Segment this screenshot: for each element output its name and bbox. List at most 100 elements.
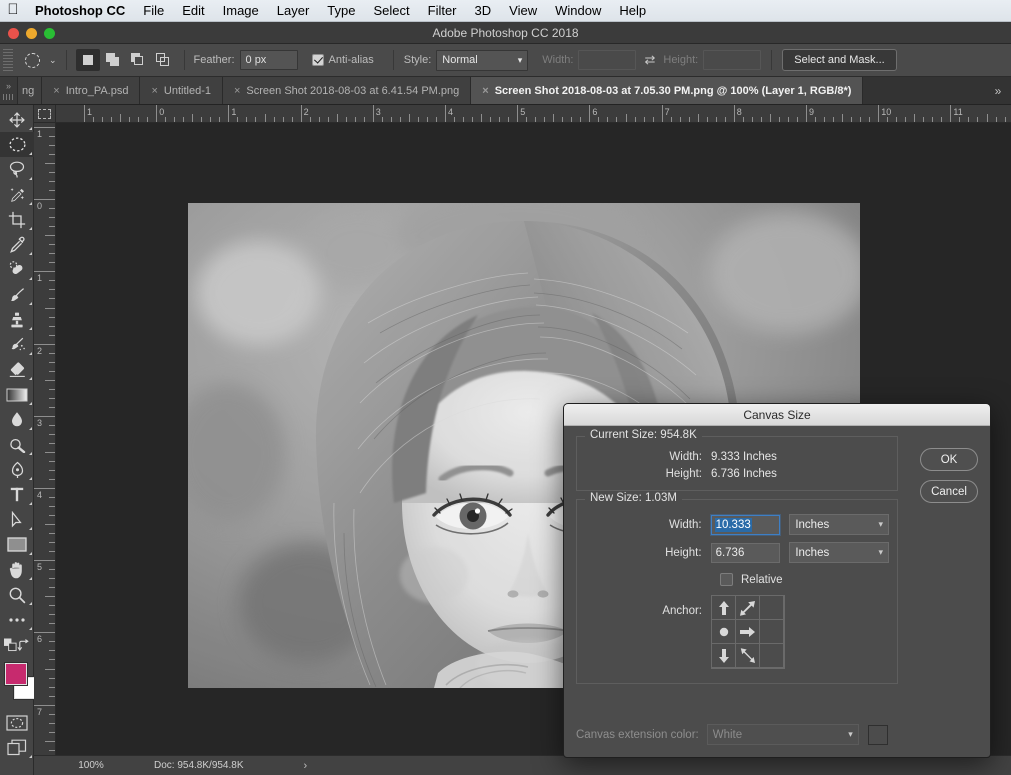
close-icon[interactable]: × xyxy=(234,85,240,97)
foreground-color-swatch[interactable] xyxy=(5,663,27,685)
rectangle-tool[interactable] xyxy=(0,532,34,557)
ruler-minor-tick xyxy=(192,114,194,122)
ruler-minor-tick xyxy=(49,334,55,336)
select-and-mask-button[interactable]: Select and Mask... xyxy=(782,49,897,71)
swap-arrows-icon[interactable]: ⇄ xyxy=(644,52,655,68)
menu-image[interactable]: Image xyxy=(214,0,268,22)
menu-window[interactable]: Window xyxy=(546,0,610,22)
intersect-with-selection-button[interactable] xyxy=(151,49,175,71)
ruler-minor-tick xyxy=(327,117,329,122)
healing-brush-tool[interactable] xyxy=(0,257,34,282)
menu-select[interactable]: Select xyxy=(364,0,418,22)
canvas-extension-color-select[interactable]: White ▾ xyxy=(706,724,859,745)
ruler-minor-tick xyxy=(49,145,55,147)
close-icon[interactable]: × xyxy=(151,85,157,97)
new-width-unit-value: Inches xyxy=(795,518,830,531)
edit-toolbar-ellipsis-icon[interactable] xyxy=(0,607,34,632)
quick-mask-and-swap-row xyxy=(0,632,34,657)
anchor-cell-middle-left[interactable] xyxy=(711,619,736,644)
ruler-minor-tick xyxy=(49,154,55,156)
path-selection-tool[interactable] xyxy=(0,507,34,532)
type-tool[interactable] xyxy=(0,482,34,507)
ruler-origin-corner[interactable] xyxy=(34,105,56,123)
relative-checkbox[interactable] xyxy=(720,573,733,586)
anchor-cell-bottom-center[interactable] xyxy=(735,643,760,668)
zoom-tool[interactable] xyxy=(0,582,34,607)
style-select[interactable]: Normal ▾ xyxy=(436,49,529,71)
canvas-extension-color-swatch[interactable] xyxy=(867,724,888,745)
history-brush-tool[interactable] xyxy=(0,332,34,357)
clone-stamp-tool[interactable] xyxy=(0,307,34,332)
new-height-input[interactable]: 6.736 xyxy=(710,542,781,563)
cancel-button[interactable]: Cancel xyxy=(920,480,978,503)
anchor-cell-top-center[interactable] xyxy=(735,595,760,620)
apple-logo-icon[interactable]:  xyxy=(0,2,26,19)
crop-tool[interactable] xyxy=(0,207,34,232)
anchor-cell-top-left[interactable] xyxy=(711,595,736,620)
menu-help[interactable]: Help xyxy=(610,0,655,22)
new-width-unit-select[interactable]: Inches ▾ xyxy=(789,514,889,535)
menu-filter[interactable]: Filter xyxy=(419,0,466,22)
elliptical-marquee-icon[interactable] xyxy=(16,48,48,72)
eyedropper-tool[interactable] xyxy=(0,232,34,257)
color-swatches xyxy=(0,660,36,706)
ruler-minor-tick xyxy=(833,117,835,122)
menu-edit[interactable]: Edit xyxy=(173,0,213,22)
horizontal-ruler[interactable]: 1 0 1 2 3 4 5 6 7 8 9 10 11 xyxy=(56,105,1011,123)
move-tool[interactable] xyxy=(0,107,34,132)
vertical-ruler[interactable]: 1 0 1 2 3 4 5 6 7 xyxy=(34,123,56,755)
hand-tool[interactable] xyxy=(0,557,34,582)
ruler-minor-tick xyxy=(923,117,925,122)
subtract-from-selection-button[interactable] xyxy=(126,49,150,71)
gradient-tool[interactable] xyxy=(0,382,34,407)
anti-alias-checkbox[interactable] xyxy=(311,54,324,66)
anchor-cell-bottom-right[interactable] xyxy=(759,643,784,668)
tab-bar-overflow-right-icon[interactable]: » xyxy=(985,77,1011,104)
pen-tool[interactable] xyxy=(0,457,34,482)
maximize-window-button[interactable] xyxy=(44,28,55,39)
tab-intro-pa-psd[interactable]: × Intro_PA.psd xyxy=(42,77,141,104)
close-icon[interactable]: × xyxy=(53,85,59,97)
eraser-tool[interactable] xyxy=(0,357,34,382)
new-height-unit-select[interactable]: Inches ▾ xyxy=(789,542,890,563)
menu-layer[interactable]: Layer xyxy=(268,0,319,22)
add-to-selection-button[interactable] xyxy=(101,49,125,71)
new-selection-button[interactable] xyxy=(75,49,100,71)
ok-button[interactable]: OK xyxy=(920,448,978,471)
tab-bar-overflow-left-icon[interactable]: » xyxy=(0,77,18,104)
tab-screen-shot-7-05-30-pm[interactable]: × Screen Shot 2018-08-03 at 7.05.30 PM.p… xyxy=(471,77,864,104)
status-expand-arrow-icon[interactable]: › xyxy=(304,760,308,772)
new-width-input[interactable]: 10.333 xyxy=(710,514,781,535)
width-input[interactable] xyxy=(578,50,637,70)
menu-type[interactable]: Type xyxy=(318,0,364,22)
anchor-cell-middle-right[interactable] xyxy=(759,619,784,644)
anchor-cell-bottom-left[interactable] xyxy=(711,643,736,668)
close-window-button[interactable] xyxy=(8,28,19,39)
blur-tool[interactable] xyxy=(0,407,34,432)
anchor-cell-middle-center[interactable] xyxy=(735,619,760,644)
menu-view[interactable]: View xyxy=(500,0,546,22)
tab-clipped[interactable]: ng xyxy=(18,77,43,104)
tool-preset-chevron-down-icon[interactable]: ⌄ xyxy=(49,55,57,66)
height-input[interactable] xyxy=(703,50,762,70)
elliptical-marquee-tool[interactable] xyxy=(0,132,34,157)
brush-tool[interactable] xyxy=(0,282,34,307)
dodge-tool[interactable] xyxy=(0,432,34,457)
zoom-level[interactable]: 100% xyxy=(56,760,126,771)
minimize-window-button[interactable] xyxy=(26,28,37,39)
menu-file[interactable]: File xyxy=(134,0,173,22)
ruler-minor-tick xyxy=(995,117,997,122)
close-icon[interactable]: × xyxy=(482,85,488,97)
screen-mode-button[interactable] xyxy=(0,735,34,760)
options-bar-grip[interactable] xyxy=(3,49,13,71)
feather-input[interactable]: 0 px xyxy=(239,50,298,70)
quick-selection-tool[interactable] xyxy=(0,182,34,207)
quick-mask-mode-button[interactable] xyxy=(0,710,34,735)
ruler-minor-tick xyxy=(932,117,934,122)
anchor-cell-top-right[interactable] xyxy=(759,595,784,620)
tab-screen-shot-6-41-54-pm[interactable]: × Screen Shot 2018-08-03 at 6.41.54 PM.p… xyxy=(222,77,472,104)
menu-3d[interactable]: 3D xyxy=(466,0,501,22)
menu-photoshop-cc[interactable]: Photoshop CC xyxy=(26,0,134,22)
tab-untitled-1[interactable]: × Untitled-1 xyxy=(140,77,223,104)
lasso-tool[interactable] xyxy=(0,157,34,182)
